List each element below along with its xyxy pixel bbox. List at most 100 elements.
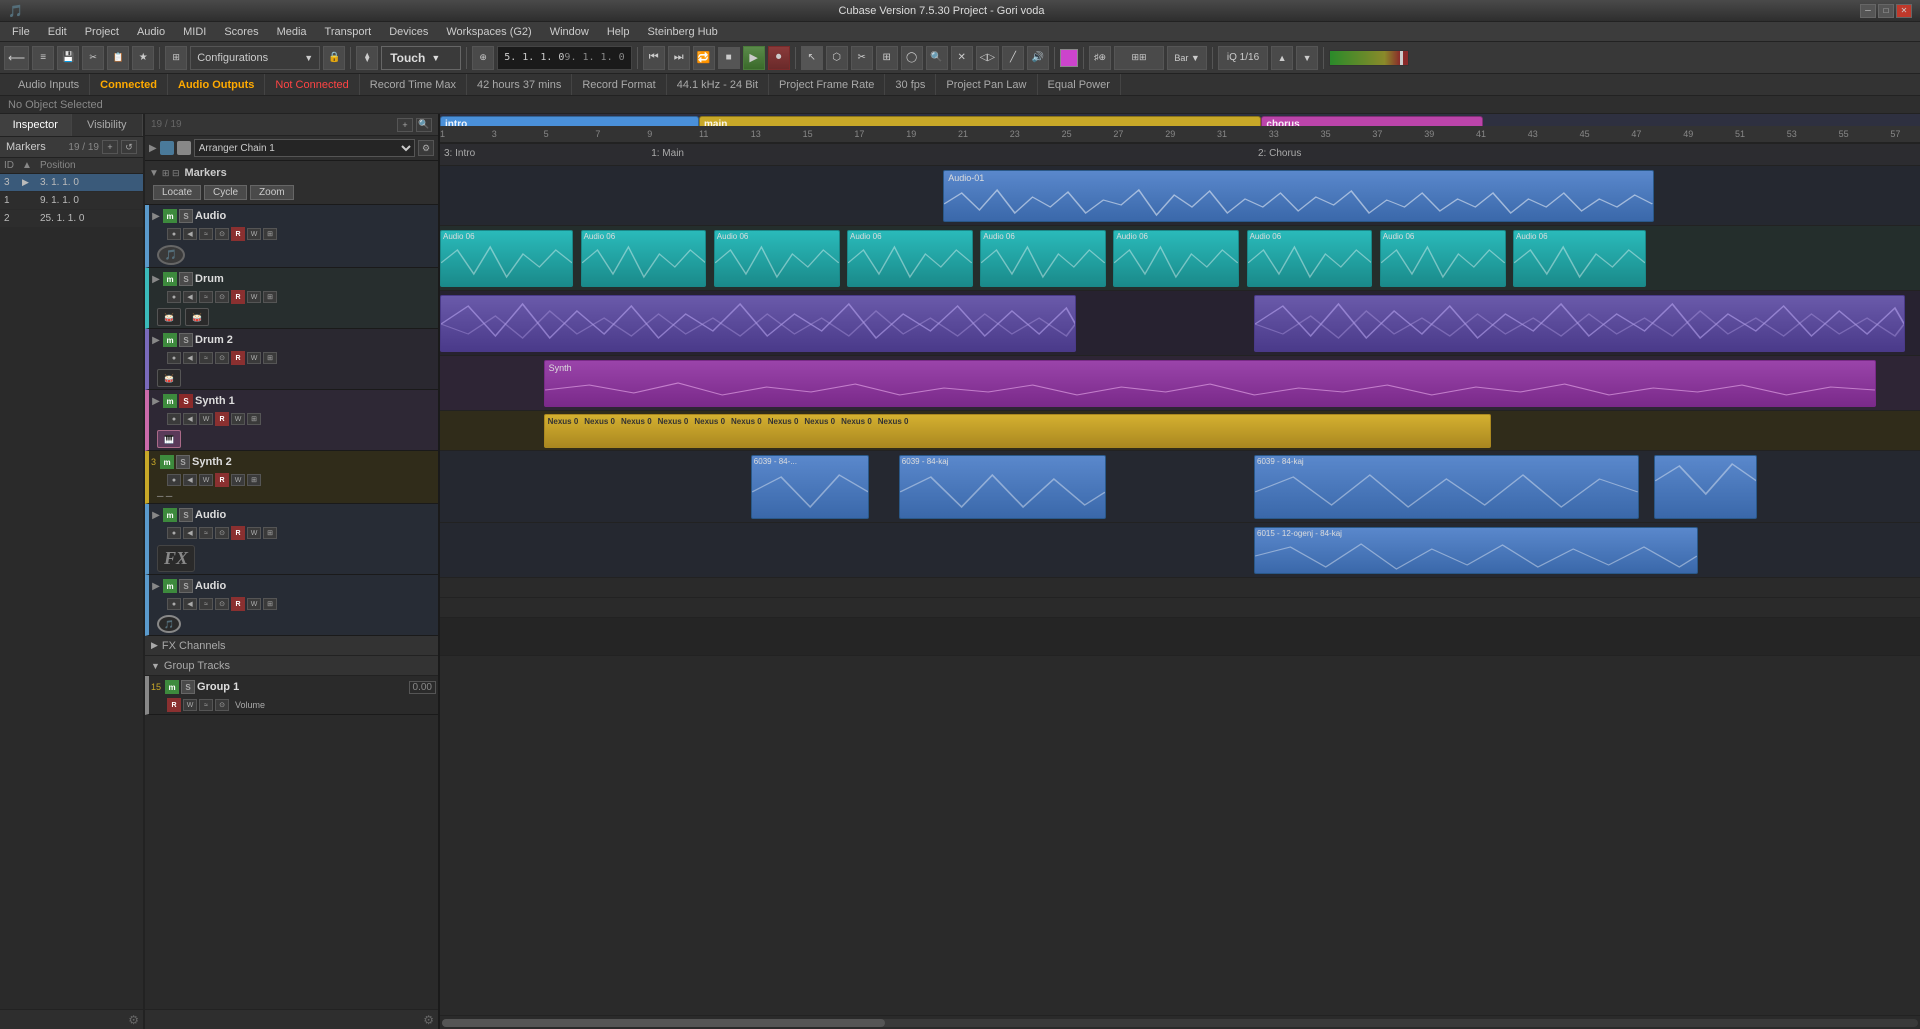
zoom-tool[interactable]: 🔍 [926, 46, 948, 70]
track-audio-1-rec[interactable]: R [231, 227, 245, 241]
track-audio-1-monitor[interactable]: ⊙ [215, 228, 229, 240]
snap-btn[interactable]: ⧫ [356, 46, 378, 70]
track-drum2-w[interactable]: W [247, 352, 261, 364]
track-drum-c1[interactable]: ● [167, 291, 181, 303]
drum2-clip-2[interactable] [1254, 295, 1905, 352]
toolbar-star[interactable]: ★ [132, 46, 154, 70]
track-drum-mute[interactable]: m [163, 272, 177, 286]
track-audio-3-c1[interactable]: ● [167, 598, 181, 610]
track-drum-c4[interactable]: ⊙ [215, 291, 229, 303]
scrollbar-track[interactable] [442, 1019, 1918, 1027]
menu-audio[interactable]: Audio [129, 24, 173, 40]
track-group1-r[interactable]: R [167, 698, 181, 712]
audio2-clip-4[interactable] [1654, 455, 1758, 519]
toolbar-cut[interactable]: ✂ [82, 46, 104, 70]
marker-row-1[interactable]: 1 9. 1. 1. 0 [0, 192, 143, 210]
erase-tool[interactable]: ◯ [901, 46, 923, 70]
track-audio-1-write[interactable]: ◀ [183, 228, 197, 240]
track-drum-solo[interactable]: S [179, 272, 193, 286]
track-synth1-mute[interactable]: m [163, 394, 177, 408]
track-synth1-c1[interactable]: ● [167, 413, 181, 425]
track-synth2-rec[interactable]: R [215, 473, 229, 487]
track-drum2-rec[interactable]: R [231, 351, 245, 365]
drum-clip-7[interactable]: Audio 06 [1247, 230, 1373, 287]
track-audio-1-w[interactable]: W [247, 228, 261, 240]
track-group1-mute[interactable]: m [165, 680, 179, 694]
track-group1-eq[interactable]: ≈ [199, 699, 213, 711]
drum-clip-5[interactable]: Audio 06 [980, 230, 1106, 287]
markers-track-expand[interactable]: ▼ [149, 168, 159, 179]
track-audio-2-mute[interactable]: m [163, 508, 177, 522]
track-synth1-expand[interactable]: ▶ [151, 396, 161, 406]
track-audio-3-solo[interactable]: S [179, 579, 193, 593]
go-to-end[interactable]: ⏭ [668, 46, 690, 70]
menu-devices[interactable]: Devices [381, 24, 436, 40]
markers-add-btn[interactable]: + [102, 140, 118, 154]
track-audio-1-mute[interactable]: m [163, 209, 177, 223]
track-drum2-extra[interactable]: ⊞ [263, 352, 277, 364]
drum-clip-6[interactable]: Audio 06 [1113, 230, 1239, 287]
track-drum2-c4[interactable]: ⊙ [215, 352, 229, 364]
track-drum2-expand[interactable]: ▶ [151, 335, 161, 345]
glue-tool[interactable]: ⊞ [876, 46, 898, 70]
menu-edit[interactable]: Edit [40, 24, 75, 40]
track-audio-3-rec[interactable]: R [231, 597, 245, 611]
toolbar-save[interactable]: 💾 [57, 46, 79, 70]
track-drum-c3[interactable]: ≈ [199, 291, 213, 303]
arranger-settings[interactable]: ⚙ [418, 140, 434, 156]
track-audio-2-c4[interactable]: ⊙ [215, 527, 229, 539]
tab-inspector[interactable]: Inspector [0, 114, 72, 136]
audio-01-clip[interactable]: Audio-01 [943, 170, 1653, 222]
track-audio-1-expand[interactable]: ▶ [151, 211, 161, 221]
record-time-max-status[interactable]: Record Time Max [360, 74, 467, 95]
menu-transport[interactable]: Transport [317, 24, 380, 40]
markers-refresh-btn[interactable]: ↺ [121, 140, 137, 154]
track-audio-2-c1[interactable]: ● [167, 527, 181, 539]
color-btn[interactable] [1060, 49, 1078, 67]
track-synth1-solo[interactable]: S [179, 394, 193, 408]
not-connected-status[interactable]: Not Connected [265, 74, 359, 95]
track-audio-2-c2[interactable]: ◀ [183, 527, 197, 539]
marker-row-3[interactable]: 3 ▶ 3. 1. 1. 0 [0, 174, 143, 192]
menu-scores[interactable]: Scores [216, 24, 266, 40]
track-synth1-w[interactable]: W [231, 413, 245, 425]
add-track-btn[interactable]: + [397, 118, 413, 132]
arranger-expand-icon[interactable]: ▶ [149, 143, 157, 154]
track-drum-w[interactable]: W [247, 291, 261, 303]
drum-clip-8[interactable]: Audio 06 [1380, 230, 1506, 287]
mixdown-btn[interactable]: ⊕ [472, 46, 494, 70]
track-group1-monitor[interactable]: ⊙ [215, 699, 229, 711]
menu-workspaces[interactable]: Workspaces (G2) [438, 24, 539, 40]
track-audio-1-read[interactable]: ● [167, 228, 181, 240]
cycle-btn[interactable]: Cycle [204, 185, 247, 200]
menu-midi[interactable]: MIDI [175, 24, 214, 40]
connected-status[interactable]: Connected [90, 74, 168, 95]
track-synth2-mute[interactable]: m [160, 455, 174, 469]
fx-channels-expand[interactable]: ▶ [151, 640, 158, 651]
track-audio-2-expand[interactable]: ▶ [151, 510, 161, 520]
audio2-clip-2[interactable]: 6039 - 84-kaj [899, 455, 1106, 519]
menu-file[interactable]: File [4, 24, 38, 40]
record-format-status[interactable]: Record Format [572, 74, 666, 95]
track-synth2-c3[interactable]: W [199, 474, 213, 486]
track-audio-2-rec[interactable]: R [231, 526, 245, 540]
track-drum2-solo[interactable]: S [179, 333, 193, 347]
tracklist-settings-icon[interactable]: ⚙ [423, 1013, 434, 1027]
search-tracks-btn[interactable]: 🔍 [416, 118, 432, 132]
track-audio-3-c4[interactable]: ⊙ [215, 598, 229, 610]
group-tracks-expand[interactable]: ▼ [151, 661, 160, 671]
audio2-clip-3[interactable]: 6039 - 84-kaj [1254, 455, 1639, 519]
drum-clip-2[interactable]: Audio 06 [581, 230, 707, 287]
maximize-button[interactable]: □ [1878, 4, 1894, 18]
tab-visibility[interactable]: Visibility [72, 114, 144, 136]
track-group1-solo[interactable]: S [181, 680, 195, 694]
mute-tool[interactable]: ✕ [951, 46, 973, 70]
track-audio-3-c3[interactable]: ≈ [199, 598, 213, 610]
track-drum-c2[interactable]: ◀ [183, 291, 197, 303]
track-audio-3-extra[interactable]: ⊞ [263, 598, 277, 610]
configurations-icon[interactable]: ⊞ [165, 46, 187, 70]
track-synth2-c2[interactable]: ◀ [183, 474, 197, 486]
track-audio-2-c3[interactable]: ≈ [199, 527, 213, 539]
menu-media[interactable]: Media [269, 24, 315, 40]
arranger-chain-select[interactable]: Arranger Chain 1 [194, 139, 415, 157]
